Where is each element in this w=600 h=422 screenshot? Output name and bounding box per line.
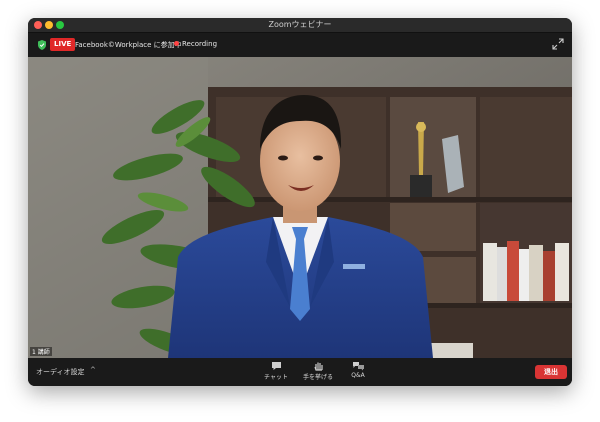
audio-settings-button[interactable]: オーディオ設定 [36,367,85,377]
speaker-video: 1 講師 [28,57,572,358]
qa-icon [352,362,364,371]
qa-button[interactable]: Q&A [338,361,378,379]
leave-button[interactable]: 退出 [535,365,567,379]
audio-settings-caret[interactable]: ^ [90,366,96,374]
recording-dot-icon [174,41,179,46]
participant-count: 1 講師 [30,347,52,356]
meeting-toolbar: オーディオ設定 ^ チャット 手を挙げる Q&A 退出 [28,358,572,386]
qa-label: Q&A [351,372,365,379]
chat-icon [271,362,281,370]
meeting-info-bar: LIVE Facebook©Workplace に参加中 Recording [28,33,572,57]
zoom-webinar-window: Zoomウェビナー LIVE Facebook©Workplace に参加中 R… [28,18,572,386]
recording-label: Recording [182,40,218,48]
raise-hand-icon [313,362,323,371]
recording-indicator: Recording [174,40,217,48]
meeting-name: Facebook©Workplace に参加中 [75,41,182,49]
title-bar: Zoomウェビナー [28,18,572,33]
shield-icon[interactable] [36,39,48,51]
window-title: Zoomウェビナー [268,20,332,29]
video-frame [28,57,572,358]
raise-hand-label: 手を挙げる [302,374,333,381]
raise-hand-button[interactable]: 手を挙げる [298,361,338,381]
expand-icon[interactable] [552,38,564,50]
chat-button[interactable]: チャット [256,361,296,381]
live-badge[interactable]: LIVE [50,38,76,51]
chat-label: チャット [264,374,288,381]
